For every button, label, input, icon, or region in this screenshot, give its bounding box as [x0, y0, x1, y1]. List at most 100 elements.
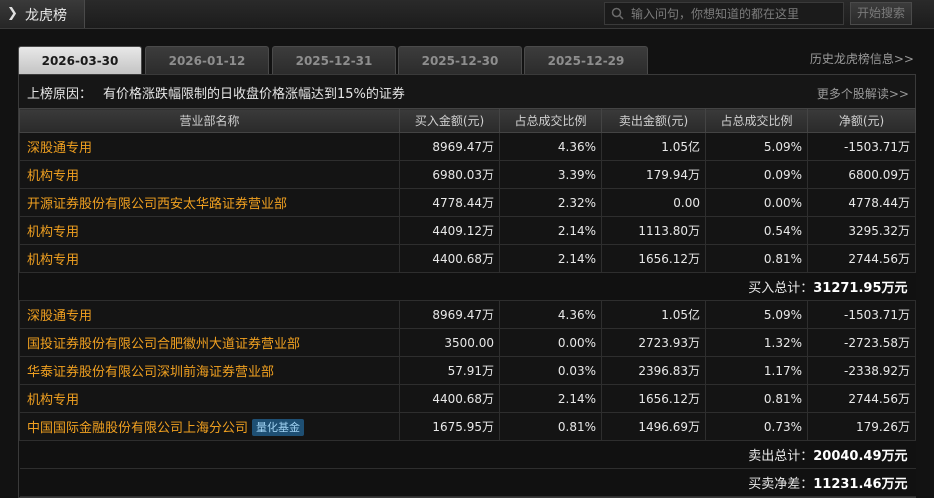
col-header-buy-pct: 占总成交比例	[499, 108, 602, 133]
buy-amount: 3500.00	[399, 328, 500, 357]
sell-pct: 5.09%	[705, 300, 808, 329]
sell-amount: 1656.12万	[601, 384, 706, 413]
buy-amount: 8969.47万	[399, 300, 500, 329]
sell-amount: 1.05亿	[601, 300, 706, 329]
buy-pct: 4.36%	[499, 300, 602, 329]
sell-pct: 1.17%	[705, 356, 808, 385]
buy-amount: 4778.44万	[399, 188, 500, 217]
tab-date-2[interactable]: 2026-01-12	[145, 46, 269, 74]
table-row: 机构专用 6980.03万 3.39% 179.94万 0.09% 6800.0…	[19, 160, 916, 189]
table-row: 国投证券股份有限公司合肥徽州大道证券营业部 3500.00 0.00% 2723…	[19, 328, 916, 357]
sell-pct: 5.09%	[705, 132, 808, 161]
top-bar: ❯ 龙虎榜 开始搜索	[0, 0, 934, 29]
reason-row: 上榜原因： 有价格涨跌幅限制的日收盘价格涨幅达到15%的证券 更多个股解读>>	[19, 75, 915, 108]
sell-pct: 0.54%	[705, 216, 808, 245]
net-amount: 2744.56万	[807, 384, 916, 413]
billboard-table: 营业部名称 买入金额(元) 占总成交比例 卖出金额(元) 占总成交比例 净额(元…	[19, 108, 916, 497]
reason-text: 有价格涨跌幅限制的日收盘价格涨幅达到15%的证券	[103, 87, 405, 102]
net-total: 买卖净差：11231.46万元	[19, 468, 916, 497]
broker-name[interactable]: 机构专用	[19, 160, 400, 189]
buy-amount: 4409.12万	[399, 216, 500, 245]
table-row: 机构专用 4400.68万 2.14% 1656.12万 0.81% 2744.…	[19, 384, 916, 413]
net-amount: -2338.92万	[807, 356, 916, 385]
broker-name[interactable]: 机构专用	[19, 216, 400, 245]
history-link[interactable]: 历史龙虎榜信息>>	[810, 50, 914, 67]
sell-total-value: 20040.49万元	[813, 449, 908, 464]
sell-pct: 1.32%	[705, 328, 808, 357]
sell-amount: 1113.80万	[601, 216, 706, 245]
net-amount: 3295.32万	[807, 216, 916, 245]
broker-name[interactable]: 深股通专用	[19, 132, 400, 161]
buy-amount: 1675.95万	[399, 412, 500, 441]
buy-amount: 57.91万	[399, 356, 500, 385]
more-analysis-link[interactable]: 更多个股解读>>	[817, 85, 909, 102]
buy-pct: 3.39%	[499, 160, 602, 189]
buy-total: 买入总计：31271.95万元	[19, 272, 916, 301]
table-row: 华泰证券股份有限公司深圳前海证券营业部 57.91万 0.03% 2396.83…	[19, 356, 916, 385]
tab-date-4[interactable]: 2025-12-30	[398, 46, 522, 74]
sell-total: 卖出总计：20040.49万元	[19, 440, 916, 469]
sell-pct: 0.09%	[705, 160, 808, 189]
buy-amount: 6980.03万	[399, 160, 500, 189]
buy-pct: 2.14%	[499, 384, 602, 413]
broker-name[interactable]: 华泰证券股份有限公司深圳前海证券营业部	[19, 356, 400, 385]
table-row: 深股通专用 8969.47万 4.36% 1.05亿 5.09% -1503.7…	[19, 132, 916, 161]
sell-amount: 1656.12万	[601, 244, 706, 273]
broker-name[interactable]: 国投证券股份有限公司合肥徽州大道证券营业部	[19, 328, 400, 357]
buy-amount: 8969.47万	[399, 132, 500, 161]
buy-pct: 2.32%	[499, 188, 602, 217]
buy-pct: 2.14%	[499, 216, 602, 245]
sell-amount: 1496.69万	[601, 412, 706, 441]
sell-pct: 0.73%	[705, 412, 808, 441]
buy-total-value: 31271.95万元	[813, 281, 908, 296]
sell-pct: 0.00%	[705, 188, 808, 217]
buy-total-label: 买入总计：	[748, 281, 814, 296]
broker-name[interactable]: 中国国际金融股份有限公司上海分公司	[27, 421, 248, 436]
sell-pct: 0.81%	[705, 244, 808, 273]
buy-pct: 4.36%	[499, 132, 602, 161]
broker-name[interactable]: 机构专用	[19, 244, 400, 273]
buy-total-row: 买入总计：31271.95万元	[19, 272, 916, 301]
search-input[interactable]	[631, 3, 841, 24]
chevron-right-icon: ❯	[7, 6, 18, 21]
broker-name[interactable]: 开源证券股份有限公司西安太华路证券营业部	[19, 188, 400, 217]
net-total-value: 11231.46万元	[813, 477, 908, 492]
table-row: 中国国际金融股份有限公司上海分公司 量化基金 1675.95万 0.81% 149…	[19, 412, 916, 441]
search-button[interactable]: 开始搜索	[850, 2, 912, 25]
quant-fund-badge[interactable]: 量化基金	[252, 419, 305, 436]
buy-pct: 0.81%	[499, 412, 602, 441]
table-row: 机构专用 4400.68万 2.14% 1656.12万 0.81% 2744.…	[19, 244, 916, 273]
net-amount: -1503.71万	[807, 300, 916, 329]
table-row: 开源证券股份有限公司西安太华路证券营业部 4778.44万 2.32% 0.00…	[19, 188, 916, 217]
broker-name[interactable]: 机构专用	[19, 384, 400, 413]
buy-amount: 4400.68万	[399, 244, 500, 273]
tab-date-5[interactable]: 2025-12-29	[524, 46, 648, 74]
net-total-label: 买卖净差：	[748, 477, 814, 492]
buy-pct: 0.03%	[499, 356, 602, 385]
search-icon	[611, 7, 624, 20]
buy-amount: 4400.68万	[399, 384, 500, 413]
col-header-sell-pct: 占总成交比例	[705, 108, 808, 133]
buy-pct: 0.00%	[499, 328, 602, 357]
col-header-sell: 卖出金额(元)	[601, 108, 706, 133]
sell-total-label: 卖出总计：	[748, 449, 814, 464]
net-amount: -1503.71万	[807, 132, 916, 161]
net-amount: 179.26万	[807, 412, 916, 441]
buy-pct: 2.14%	[499, 244, 602, 273]
sell-pct: 0.81%	[705, 384, 808, 413]
net-amount: 6800.09万	[807, 160, 916, 189]
tab-date-1[interactable]: 2026-03-30	[18, 46, 142, 74]
col-header-name: 营业部名称	[19, 108, 400, 133]
broker-name[interactable]: 深股通专用	[19, 300, 400, 329]
window-title: 龙虎榜	[25, 8, 67, 24]
tab-date-3[interactable]: 2025-12-31	[272, 46, 396, 74]
sell-amount: 2723.93万	[601, 328, 706, 357]
sell-amount: 1.05亿	[601, 132, 706, 161]
net-amount: -2723.58万	[807, 328, 916, 357]
billboard-panel: 上榜原因： 有价格涨跌幅限制的日收盘价格涨幅达到15%的证券 更多个股解读>> …	[18, 74, 916, 498]
sell-amount: 179.94万	[601, 160, 706, 189]
window-title-tab[interactable]: ❯ 龙虎榜	[0, 0, 85, 28]
table-header: 营业部名称 买入金额(元) 占总成交比例 卖出金额(元) 占总成交比例 净额(元…	[19, 108, 916, 133]
sell-total-row: 卖出总计：20040.49万元	[19, 440, 916, 469]
col-header-buy: 买入金额(元)	[399, 108, 500, 133]
